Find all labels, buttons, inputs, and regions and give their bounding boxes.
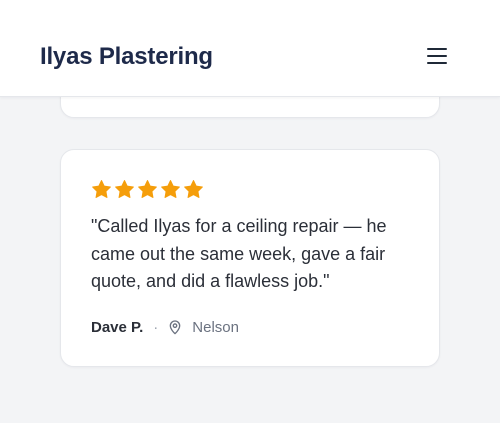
hamburger-menu-icon — [427, 48, 447, 64]
menu-button[interactable] — [421, 42, 453, 70]
star-icon — [92, 180, 111, 198]
brand-logo-text[interactable]: Ilyas Plastering — [40, 40, 213, 74]
site-header: Ilyas Plastering — [0, 0, 500, 97]
page: Ilyas Plastering "Called Ilyas for a cei… — [0, 0, 500, 423]
review-meta: Dave P. · Nelson — [91, 316, 239, 338]
review-location: Nelson — [192, 318, 239, 336]
location-pin-icon — [169, 320, 181, 335]
star-icon — [138, 180, 157, 198]
review-card: "Called Ilyas for a ceiling repair — he … — [60, 149, 440, 367]
review-author: Dave P. — [91, 318, 144, 336]
star-rating — [91, 179, 204, 201]
star-icon — [184, 180, 203, 198]
separator-dot: · — [153, 318, 159, 336]
review-quote: "Called Ilyas for a ceiling repair — he … — [91, 216, 387, 291]
star-icon — [161, 180, 180, 198]
star-icon — [115, 180, 134, 198]
